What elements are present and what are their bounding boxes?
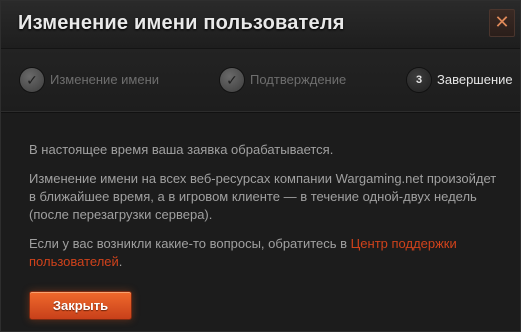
check-icon: ✓: [220, 68, 244, 92]
dialog-title: Изменение имени пользователя: [18, 12, 345, 34]
dialog-body: В настоящее время ваша заявка обрабатыва…: [29, 141, 499, 282]
status-message: В настоящее время ваша заявка обрабатыва…: [29, 142, 334, 157]
step-number: 3: [407, 68, 431, 92]
support-message: Если у вас возникли какие-то вопросы, об…: [29, 235, 499, 271]
step-label: Изменение имени: [50, 72, 160, 87]
info-message: Изменение имени на всех веб-ресурсах ком…: [29, 171, 497, 222]
dialog-header: Изменение имени пользователя ✕: [1, 1, 520, 49]
step-label: Подтверждение: [250, 72, 347, 87]
support-text: Если у вас возникли какие-то вопросы, об…: [29, 236, 351, 251]
close-icon[interactable]: ✕: [489, 9, 515, 37]
progress-steps: ✓ Изменение имени ✓ Подтверждение 3 Заве…: [1, 49, 520, 112]
check-icon: ✓: [20, 68, 44, 92]
support-text-end: .: [118, 254, 123, 269]
close-button[interactable]: Закрыть: [29, 291, 132, 320]
step-label: Завершение: [437, 72, 513, 87]
rename-dialog: Изменение имени пользователя ✕ ✓ Изменен…: [0, 0, 521, 332]
